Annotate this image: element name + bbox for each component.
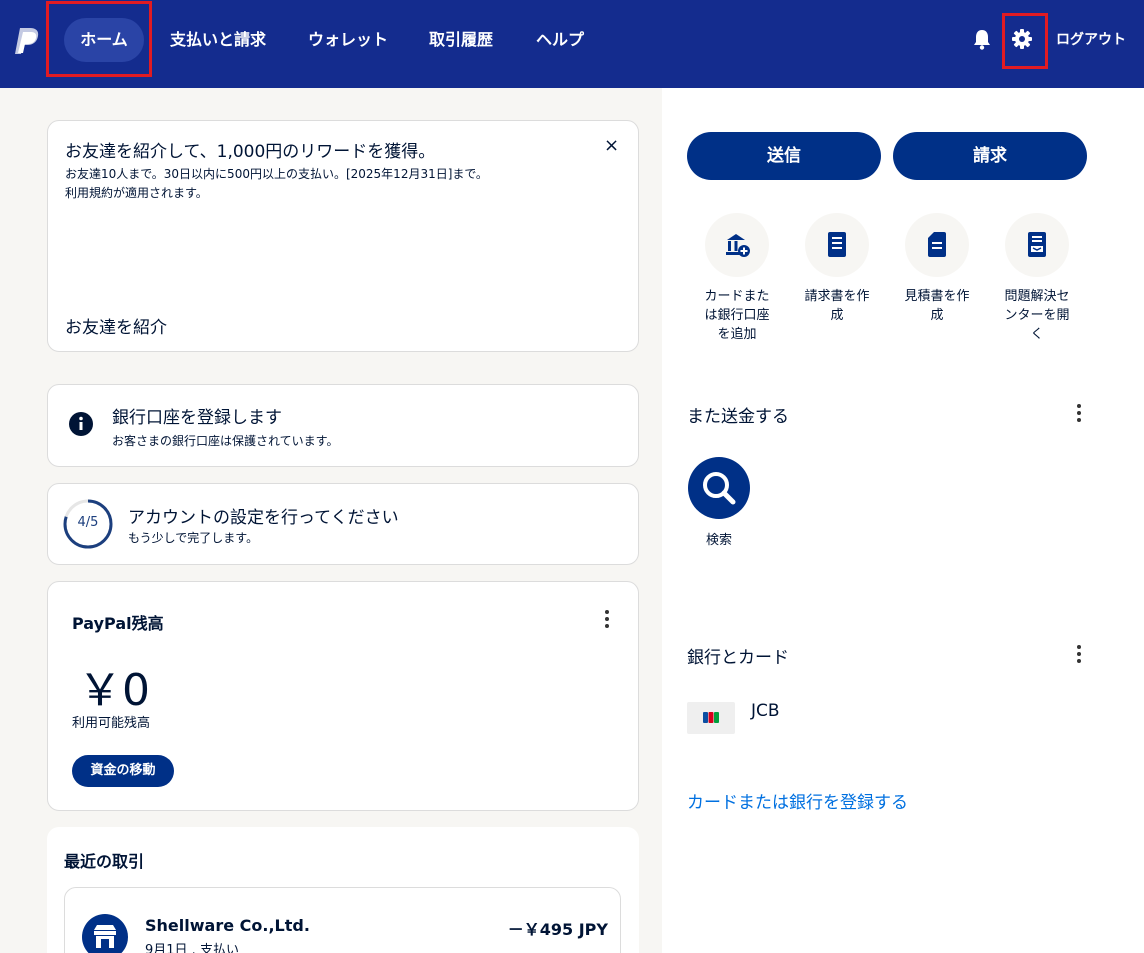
- link-bank-card[interactable]: 銀行口座を登録します お客さまの銀行口座は保護されています。: [47, 384, 639, 467]
- promo-conditions: お友達10人まで。30日以内に500円以上の支払い。[2025年12月31日]ま…: [65, 167, 488, 181]
- estimate-icon: [928, 232, 946, 257]
- quick-action-resolution-center[interactable]: 問題解決センターを開く: [997, 213, 1077, 344]
- quick-action-label: 請求書を作成: [804, 289, 870, 323]
- nav-activity[interactable]: 取引履歴: [429, 18, 493, 62]
- highlight-settings: [1002, 13, 1048, 69]
- jcb-card-icon[interactable]: [687, 702, 735, 734]
- top-navigation: ホーム 支払いと請求 ウォレット 取引履歴 ヘルプ ログアウト: [0, 0, 1144, 88]
- highlight-home: [46, 1, 152, 77]
- resolution-center-icon: [1028, 232, 1046, 257]
- card-name[interactable]: JCB: [751, 701, 780, 721]
- paypal-balance-card: PayPal残高 ￥0 利用可能残高 資金の移動: [47, 581, 639, 811]
- quick-action-label: 見積書を作成: [904, 289, 970, 323]
- transaction-merchant: Shellware Co.,Ltd.: [145, 916, 310, 935]
- quick-action-add-card-bank[interactable]: カードまたは銀行口座を追加: [697, 213, 777, 344]
- request-button[interactable]: 請求: [893, 132, 1087, 180]
- nav-help[interactable]: ヘルプ: [536, 18, 584, 62]
- quick-action-label: 問題解決センターを開く: [1004, 289, 1070, 342]
- setup-subtitle: もう少しで完了します。: [128, 531, 259, 545]
- send-again-title: また送金する: [687, 407, 789, 427]
- quick-action-label: カードまたは銀行口座を追加: [704, 289, 770, 342]
- search-label: 検索: [705, 533, 732, 548]
- transfer-money-button[interactable]: 資金の移動: [72, 755, 174, 787]
- more-options-icon[interactable]: [604, 610, 610, 630]
- refer-friend-link[interactable]: お友達を紹介: [65, 313, 167, 338]
- balance-label: 利用可能残高: [72, 716, 151, 731]
- transaction-detail: 9月1日 . 支払い: [145, 943, 239, 953]
- progress-text: 4/5: [77, 515, 99, 530]
- send-again-more-icon[interactable]: [1076, 404, 1082, 424]
- referral-promo-card: お友達を紹介して、1,000円のリワードを獲得。 お友達10人まで。30日以内に…: [47, 120, 639, 352]
- info-icon: [69, 412, 93, 436]
- quick-action-circle: [805, 213, 869, 277]
- paypal-logo-icon[interactable]: [14, 26, 42, 56]
- search-icon[interactable]: [688, 457, 750, 519]
- transaction-amount: －￥495 JPY: [507, 920, 608, 939]
- quick-action-circle: [905, 213, 969, 277]
- bank-card-title: 銀行口座を登録します: [112, 408, 282, 428]
- bank-card-subtitle: お客さまの銀行口座は保護されています。: [112, 434, 339, 448]
- nav-wallet[interactable]: ウォレット: [308, 18, 388, 62]
- banks-cards-title: 銀行とカード: [687, 648, 789, 668]
- promo-terms: 利用規約が適用されます。: [65, 186, 208, 200]
- recent-activity-title: 最近の取引: [64, 852, 145, 871]
- account-setup-card[interactable]: 4/5 アカウントの設定を行ってください もう少しで完了します。: [47, 483, 639, 565]
- invoice-icon: [828, 232, 846, 257]
- recent-activity-card: 最近の取引 Shellware Co.,Ltd. 9月1日 . 支払い －￥49…: [47, 827, 639, 953]
- balance-amount: ￥0: [78, 665, 150, 716]
- promo-body: お友達10人まで。30日以内に500円以上の支払い。[2025年12月31日]ま…: [65, 165, 515, 203]
- transaction-row[interactable]: Shellware Co.,Ltd. 9月1日 . 支払い －￥495 JPY: [64, 887, 621, 953]
- quick-action-circle: [1005, 213, 1069, 277]
- banks-cards-more-icon[interactable]: [1076, 645, 1082, 665]
- quick-action-circle: [705, 213, 769, 277]
- quick-action-create-estimate[interactable]: 見積書を作成: [897, 213, 977, 325]
- logout-link[interactable]: ログアウト: [1056, 29, 1126, 49]
- setup-title: アカウントの設定を行ってください: [128, 508, 399, 528]
- bank-add-icon: [726, 234, 750, 257]
- store-icon: [82, 914, 128, 953]
- close-icon[interactable]: ×: [604, 135, 619, 156]
- add-card-bank-link[interactable]: カードまたは銀行を登録する: [687, 788, 908, 813]
- nav-payments-billing[interactable]: 支払いと請求: [170, 18, 266, 62]
- send-button[interactable]: 送信: [687, 132, 881, 180]
- promo-title: お友達を紹介して、1,000円のリワードを獲得。: [65, 142, 436, 162]
- bell-icon[interactable]: [972, 28, 992, 50]
- balance-title: PayPal残高: [72, 614, 164, 633]
- quick-action-create-invoice[interactable]: 請求書を作成: [797, 213, 877, 325]
